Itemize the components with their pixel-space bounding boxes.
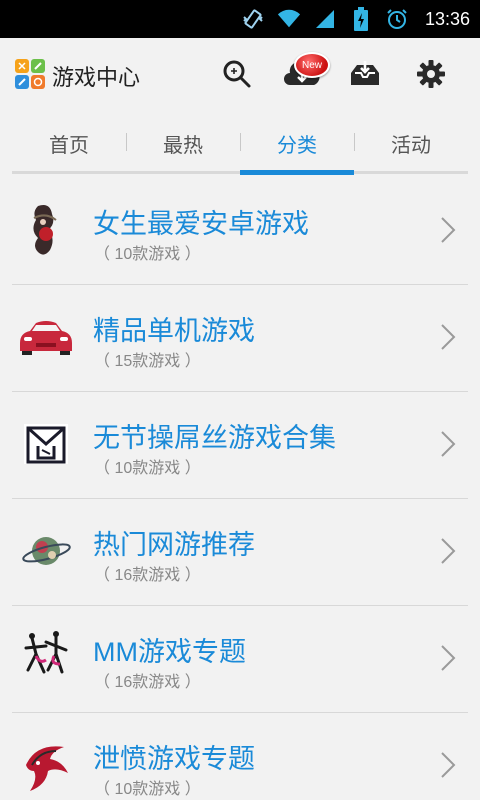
active-tab-indicator: [240, 170, 354, 175]
list-item[interactable]: MM游戏专题 （ 16款游戏 ）: [12, 606, 468, 713]
app-title: 游戏中心: [52, 65, 141, 90]
girl-figure-icon: [16, 200, 76, 260]
category-tabs: 首页 最热 分类 活动: [12, 112, 468, 174]
tab-divider: [240, 133, 241, 151]
category-count: （ 16款游戏 ）: [94, 674, 201, 691]
list-item[interactable]: 泄愤游戏专题 （ 10款游戏 ）: [12, 713, 468, 800]
app-logo-icon: [15, 59, 45, 89]
flame-bird-icon: [16, 735, 76, 795]
tab-divider: [354, 133, 355, 151]
search-icon: [222, 59, 252, 93]
signal-icon: [313, 7, 337, 31]
category-title: 无节操屌丝游戏合集: [93, 423, 336, 453]
chevron-right-icon: [438, 323, 458, 351]
tab-categories[interactable]: 分类: [240, 112, 354, 174]
chevron-right-icon: [438, 537, 458, 565]
chevron-right-icon: [438, 644, 458, 672]
alarm-icon: [385, 7, 409, 31]
settings-button[interactable]: [409, 54, 453, 98]
chevron-right-icon: [438, 430, 458, 458]
dancers-icon: [16, 628, 76, 688]
battery-icon: [349, 7, 373, 31]
download-manager-button[interactable]: [343, 54, 387, 98]
chevron-right-icon: [438, 216, 458, 244]
status-bar: 13:36: [0, 0, 480, 38]
tab-events[interactable]: 活动: [354, 112, 468, 174]
gear-icon: [416, 59, 446, 93]
category-title: 泄愤游戏专题: [93, 744, 255, 774]
category-title: 精品单机游戏: [93, 316, 255, 346]
category-count: （ 15款游戏 ）: [94, 353, 201, 370]
tab-home[interactable]: 首页: [12, 112, 126, 174]
category-count: （ 16款游戏 ）: [94, 567, 201, 584]
list-item[interactable]: 无节操屌丝游戏合集 （ 10款游戏 ）: [12, 392, 468, 499]
chevron-right-icon: [438, 751, 458, 779]
category-title: 女生最爱安卓游戏: [93, 209, 309, 239]
list-item[interactable]: 精品单机游戏 （ 15款游戏 ）: [12, 285, 468, 392]
status-time: 13:36: [424, 8, 470, 29]
category-count: （ 10款游戏 ）: [94, 246, 201, 263]
download-tray-icon: [349, 59, 381, 93]
category-count: （ 10款游戏 ）: [94, 460, 201, 477]
planet-ring-icon: [16, 521, 76, 581]
category-count: （ 10款游戏 ）: [94, 781, 201, 798]
wifi-icon: [277, 7, 301, 31]
category-title: 热门网游推荐: [93, 530, 255, 560]
tab-divider: [126, 133, 127, 151]
app-header: 游戏中心 New: [0, 38, 480, 112]
vibrate-icon: [241, 7, 265, 31]
new-badge: New: [294, 52, 330, 78]
list-item[interactable]: 女生最爱安卓游戏 （ 10款游戏 ）: [12, 178, 468, 285]
tab-hottest[interactable]: 最热: [126, 112, 240, 174]
list-item[interactable]: 热门网游推荐 （ 16款游戏 ）: [12, 499, 468, 606]
search-button[interactable]: [215, 54, 259, 98]
character-glyph-icon: [16, 414, 76, 474]
red-car-icon: [16, 307, 76, 367]
category-title: MM游戏专题: [93, 637, 246, 667]
category-list: 女生最爱安卓游戏 （ 10款游戏 ） 精品单机游戏 （ 15款游戏 ） 无节操屌…: [12, 178, 468, 800]
